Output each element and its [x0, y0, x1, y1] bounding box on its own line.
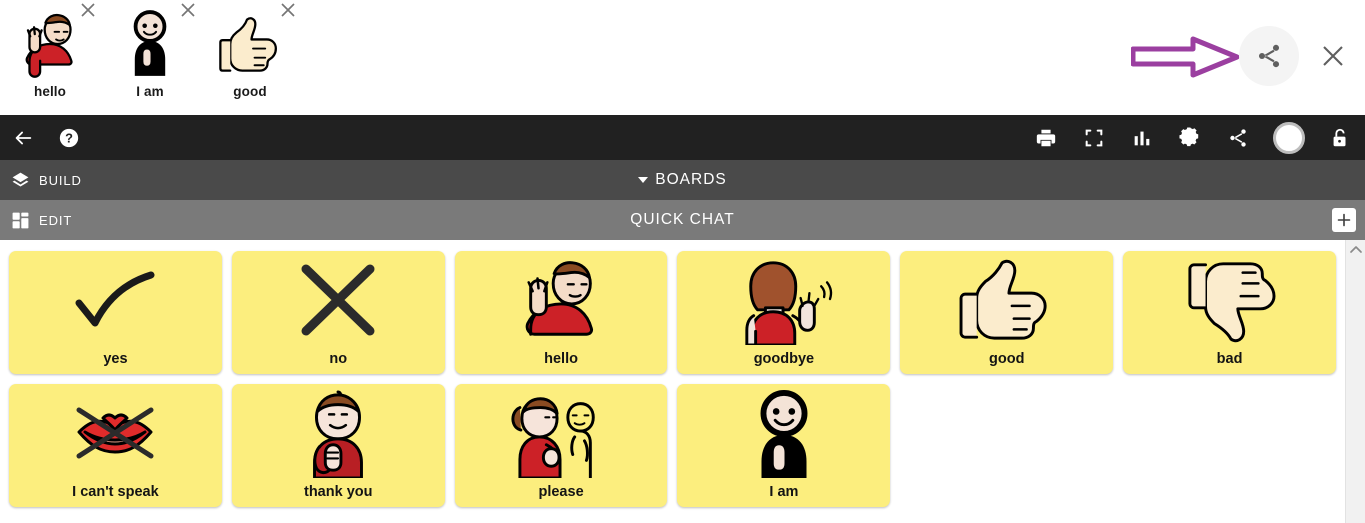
avatar[interactable] — [1273, 121, 1305, 154]
board-cell-yes[interactable]: yes — [9, 251, 222, 374]
dashboard-grid-icon — [12, 212, 29, 228]
question-mark-circle-icon: ? — [59, 128, 79, 147]
board-cell-label: goodbye — [753, 351, 815, 367]
share-button-toolbar[interactable] — [1225, 125, 1251, 151]
gear-icon — [1179, 126, 1199, 146]
aac-board-app: hello I am good ? BUILD BOARDS EDIT QUIC… — [0, 0, 1365, 523]
boards-selector[interactable]: BOARDS — [0, 171, 1365, 189]
board-cell-bad[interactable]: bad — [1123, 251, 1336, 374]
print-icon — [1036, 129, 1056, 146]
person-back-waving-icon — [724, 255, 844, 347]
board-cell-empty — [900, 384, 1113, 507]
toolbar-right-group — [1033, 121, 1365, 154]
board-cell-label: I am — [769, 484, 799, 500]
board-cell-hello[interactable]: hello — [454, 251, 668, 374]
board-cell-empty — [1123, 384, 1336, 507]
lips-crossed-out-icon — [55, 388, 175, 478]
board-cell-i-am[interactable]: I am — [677, 384, 891, 507]
close-button[interactable] — [1313, 36, 1353, 76]
share-icon — [1258, 44, 1280, 68]
bar-chart-icon — [1134, 131, 1150, 145]
unlock-icon — [1333, 128, 1346, 146]
print-button[interactable] — [1033, 125, 1059, 151]
build-label: BUILD — [39, 172, 82, 188]
chevron-down-icon — [638, 177, 649, 183]
board-grid: yes no hello goodbye good bad I can't sp… — [0, 240, 1345, 523]
arrow-left-icon — [15, 131, 32, 144]
board-cell-label: no — [329, 351, 348, 367]
person-hand-on-chest-silhouette-icon — [724, 388, 844, 478]
build-button[interactable]: BUILD — [0, 171, 82, 190]
main-toolbar: ? — [0, 115, 1365, 160]
edit-button[interactable]: EDIT — [0, 211, 72, 230]
share-icon — [1230, 128, 1246, 147]
lock-button[interactable] — [1327, 125, 1353, 151]
layers-icon — [12, 172, 29, 186]
sentence-item[interactable]: good — [200, 0, 300, 112]
annotation-arrow — [1130, 36, 1241, 78]
close-icon[interactable] — [278, 0, 298, 20]
sentence-item-label: I am — [136, 84, 164, 99]
sentence-item-label: good — [233, 84, 267, 99]
board-cell-goodbye[interactable]: goodbye — [677, 251, 891, 374]
board-cell-label: bad — [1216, 351, 1243, 367]
scroll-up-button[interactable] — [1346, 240, 1365, 260]
board-cell-good[interactable]: good — [900, 251, 1114, 374]
chevron-up-icon — [1350, 246, 1362, 253]
board-cell-no[interactable]: no — [231, 251, 445, 374]
board-title: QUICK CHAT — [630, 211, 735, 228]
svg-text:?: ? — [65, 130, 73, 145]
x-cross-icon — [278, 255, 398, 345]
board-cell-label: thank you — [304, 484, 373, 500]
help-button[interactable]: ? — [56, 125, 82, 151]
sentence-item[interactable]: I am — [100, 0, 200, 112]
close-icon[interactable] — [78, 0, 98, 20]
person-hand-on-chest-icon — [278, 388, 398, 480]
close-icon[interactable] — [178, 0, 198, 20]
board-cell-label: hello — [544, 351, 578, 367]
board-scrollbar[interactable] — [1345, 240, 1365, 523]
board-cell-i-cant-speak[interactable]: I can't speak — [9, 384, 222, 507]
board-cell-label: yes — [103, 351, 128, 367]
checkmark-icon — [55, 255, 175, 345]
board-cell-label: I can't speak — [72, 484, 159, 500]
boards-title: BOARDS — [655, 171, 727, 188]
settings-button[interactable] — [1177, 125, 1203, 151]
edit-bar: EDIT QUICK CHAT — [0, 200, 1365, 240]
analytics-button[interactable] — [1129, 125, 1155, 151]
board-row: yes no hello goodbye good bad — [4, 246, 1341, 379]
thumbs-down-hand-icon — [1170, 255, 1290, 345]
board-row: I can't speak thank you please I am — [4, 379, 1341, 512]
edit-label: EDIT — [39, 212, 73, 228]
board-cell-please[interactable]: please — [454, 384, 668, 507]
sentence-bar: hello I am good — [0, 0, 1365, 115]
board-cell-label: please — [538, 484, 584, 500]
build-bar: BUILD BOARDS — [0, 160, 1365, 200]
board-cell-label: good — [989, 351, 1025, 367]
two-people-talking-icon — [501, 388, 621, 480]
fullscreen-button[interactable] — [1081, 125, 1107, 151]
board-title-wrap: QUICK CHAT — [0, 211, 1365, 229]
sentence-item-label: hello — [33, 84, 66, 99]
thumbs-up-hand-icon — [947, 255, 1067, 345]
person-waving-hand-icon — [501, 255, 621, 345]
close-icon — [1323, 46, 1343, 66]
sentence-item[interactable]: hello — [0, 0, 100, 112]
back-button[interactable] — [10, 125, 36, 151]
sentence-items: hello I am good — [0, 0, 300, 112]
plus-icon — [1337, 213, 1351, 227]
board-cell-thank-you[interactable]: thank you — [231, 384, 445, 507]
toolbar-left-group: ? — [0, 125, 82, 151]
share-button[interactable] — [1239, 26, 1299, 86]
fullscreen-icon — [1085, 129, 1103, 146]
add-board-button[interactable] — [1332, 208, 1356, 232]
